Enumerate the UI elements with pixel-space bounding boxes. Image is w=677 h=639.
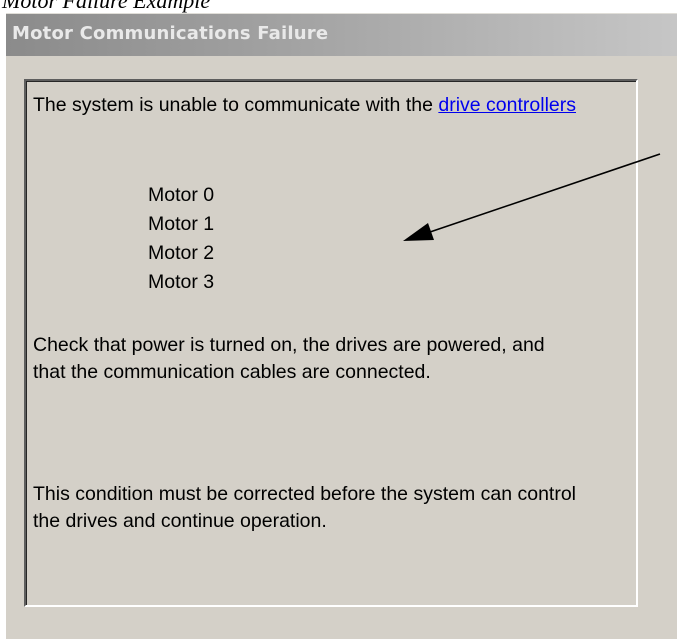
condition-message: This condition must be corrected before … [33, 483, 577, 532]
intro-message: The system is unable to communicate with… [33, 92, 633, 119]
list-item: Motor 2 [148, 242, 215, 264]
list-item: Motor 1 [148, 213, 215, 235]
drive-controllers-link[interactable]: drive controllers [438, 94, 576, 116]
dialog-title: Motor Communications Failure [12, 23, 329, 44]
list-item: Motor 3 [148, 271, 215, 293]
figure-caption: Motor Failure Example [2, 0, 211, 13]
list-item: Motor 0 [148, 184, 215, 206]
check-power-message: Check that power is turned on, the drive… [33, 334, 545, 383]
message-panel: The system is unable to communicate with… [24, 79, 638, 607]
document-page: Motor Failure Example Motor Communicatio… [0, 0, 677, 639]
motor-list: Motor 0 Motor 1 Motor 2 Motor 3 [148, 181, 214, 297]
dialog-title-bar[interactable]: Motor Communications Failure [6, 14, 677, 56]
intro-text: The system is unable to communicate with… [33, 94, 439, 116]
